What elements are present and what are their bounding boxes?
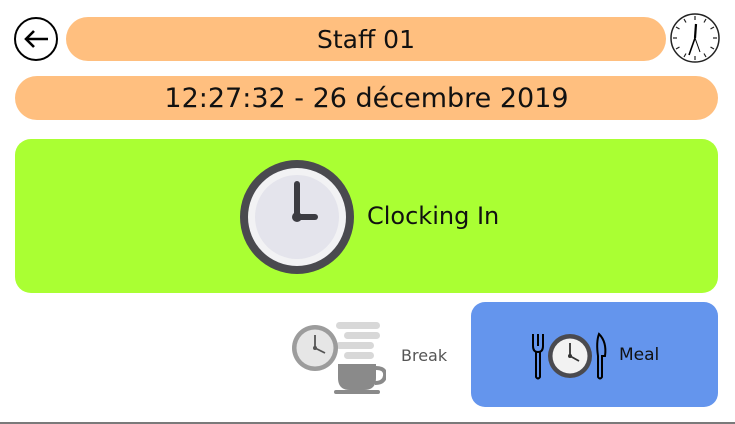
clock-in-button[interactable]: Clocking In bbox=[15, 139, 718, 293]
break-button[interactable]: Break bbox=[286, 318, 461, 398]
back-arrow-icon bbox=[24, 30, 48, 48]
meal-label: Meal bbox=[619, 345, 660, 365]
analog-clock-icon[interactable] bbox=[669, 12, 721, 64]
break-label: Break bbox=[401, 346, 448, 365]
clock-in-label: Clocking In bbox=[367, 202, 500, 230]
meal-button[interactable]: Meal bbox=[471, 302, 718, 407]
datetime-text: 12:27:32 - 26 décembre 2019 bbox=[164, 82, 569, 114]
clock-cutlery-icon bbox=[532, 332, 607, 380]
datetime-display: 12:27:32 - 26 décembre 2019 bbox=[15, 76, 718, 120]
clock-coffee-icon bbox=[292, 322, 386, 394]
clock-icon bbox=[240, 160, 354, 274]
staff-title: Staff 01 bbox=[66, 17, 666, 61]
staff-name: Staff 01 bbox=[317, 24, 415, 54]
back-button[interactable] bbox=[14, 17, 58, 61]
